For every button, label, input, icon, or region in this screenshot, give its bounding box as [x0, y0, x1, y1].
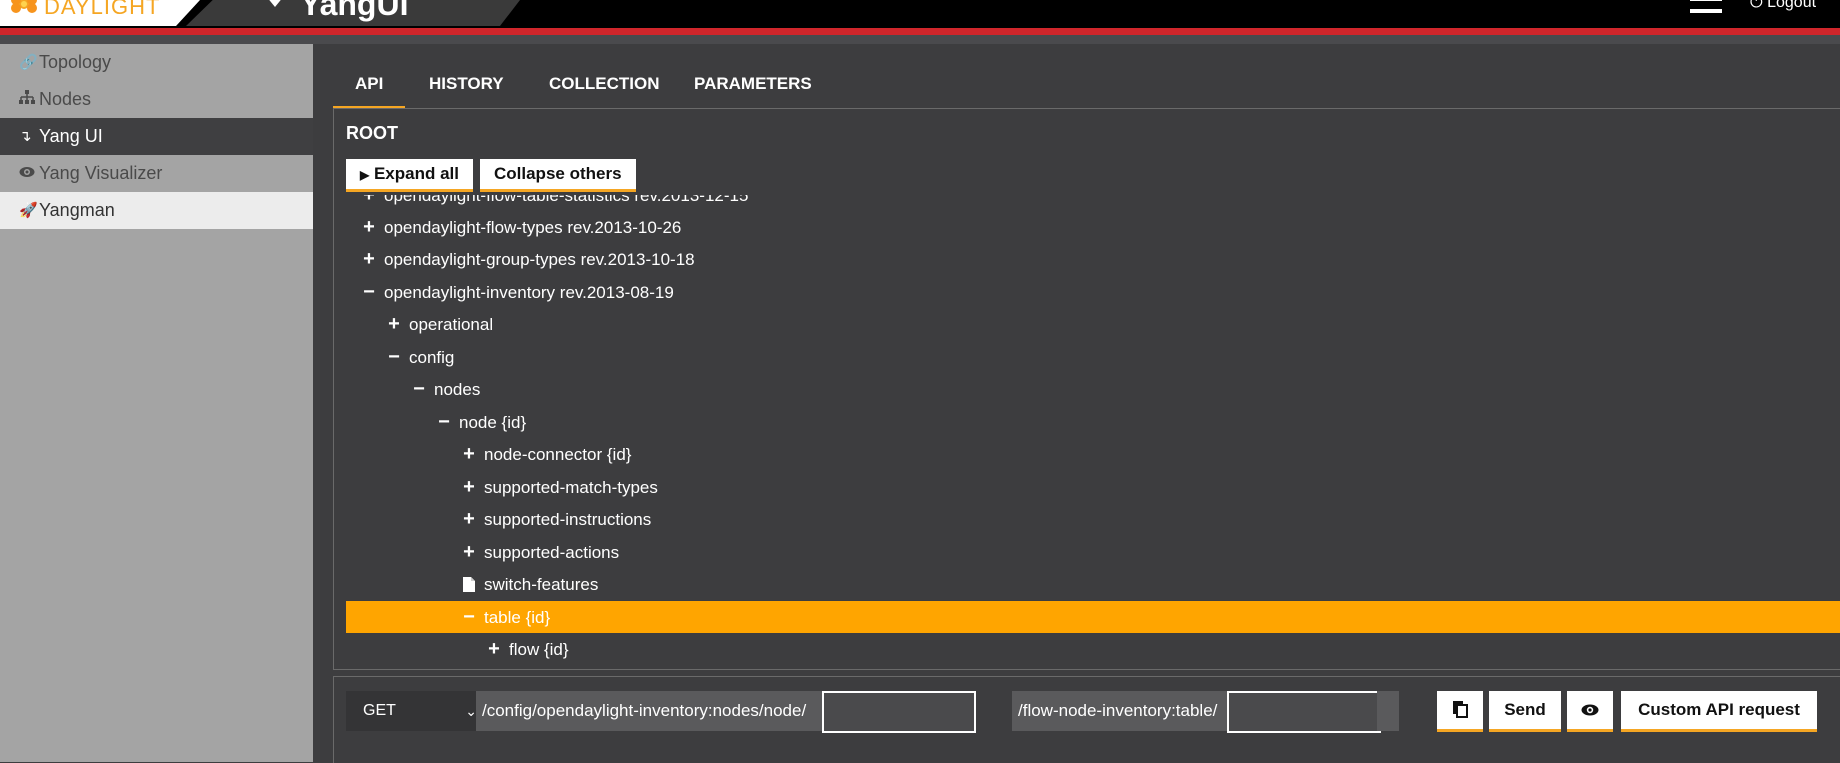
eye-icon: [19, 155, 39, 192]
tree-node-label: opendaylight-group-types rev.2013-10-18: [384, 250, 695, 269]
plus-icon[interactable]: +: [385, 308, 403, 340]
sidebar-item-nodes[interactable]: Nodes: [0, 81, 313, 118]
daylight-flower-logo: [11, 0, 37, 13]
tab-api[interactable]: API: [333, 62, 406, 109]
eye-icon: [1581, 700, 1599, 719]
sidebar: 🔗 Topology Nodes ↴ Yang UI Yang Visualiz…: [0, 44, 313, 762]
top-bar: DAYLIGHT YangUI ⏻ Logout: [0, 0, 1840, 28]
tree-node[interactable]: + node-connector {id}: [346, 438, 1840, 470]
sidebar-item-yang-visualizer[interactable]: Yang Visualizer: [0, 155, 313, 192]
tab-history[interactable]: HISTORY: [407, 62, 526, 106]
tree-node[interactable]: + opendaylight-group-types rev.2013-10-18: [346, 243, 1840, 275]
sidebar-item-label: Topology: [39, 52, 112, 72]
sidebar-item-yangman[interactable]: 🚀 Yangman: [0, 192, 313, 229]
tree-node-label: supported-actions: [484, 543, 620, 562]
plus-icon[interactable]: +: [360, 195, 378, 211]
expand-all-button[interactable]: ▶ Expand all: [346, 159, 473, 192]
tree-node-label: flow {id}: [509, 640, 569, 659]
plus-icon[interactable]: +: [460, 536, 478, 568]
minus-icon[interactable]: −: [460, 601, 478, 633]
method-select[interactable]: GET ⌄: [346, 691, 489, 731]
sidebar-item-label: Yangman: [39, 200, 115, 220]
header-shadow-line: [0, 35, 1840, 44]
tree-node-label: opendaylight-flow-types rev.2013-10-26: [384, 218, 682, 237]
plus-icon[interactable]: +: [360, 211, 378, 243]
tree-node[interactable]: − config: [346, 341, 1840, 373]
tree-node-label: operational: [409, 315, 494, 334]
tree-node[interactable]: − nodes: [346, 373, 1840, 405]
clipboard-icon: [1452, 700, 1468, 719]
tree-node-label: opendaylight-flow-table-statistics rev.2…: [384, 195, 749, 205]
minus-icon[interactable]: −: [360, 276, 378, 308]
url-path-middle: /flow-node-inventory:table/: [1012, 691, 1232, 731]
tree-node-label: node {id}: [459, 413, 527, 432]
tree-node-label: table {id}: [484, 608, 551, 627]
power-icon: ⏻: [1750, 0, 1768, 11]
tree-node-label: supported-instructions: [484, 510, 652, 529]
plus-icon[interactable]: +: [460, 503, 478, 535]
api-tree: + opendaylight-flow-table-statistics rev.…: [346, 195, 1840, 665]
tree-node-label: node-connector {id}: [484, 445, 632, 464]
expand-all-label: Expand all: [373, 164, 459, 183]
request-bar: GET ⌄ /config/opendaylight-inventory:nod…: [333, 676, 1840, 763]
copy-button[interactable]: [1437, 691, 1483, 732]
sidebar-item-label: Yang Visualizer: [39, 163, 163, 183]
logout-label: Logout: [1767, 0, 1817, 11]
url-path-end: [1377, 691, 1399, 731]
caret-down-icon: [266, 0, 284, 7]
tree-node[interactable]: − node {id}: [346, 406, 1840, 438]
tree-node[interactable]: switch-features: [346, 568, 1840, 600]
url-path-prefix: /config/opendaylight-inventory:nodes/nod…: [476, 691, 826, 731]
minus-icon[interactable]: −: [435, 406, 453, 438]
brand-text: DAYLIGHT: [44, 0, 161, 19]
tree-node[interactable]: + supported-match-types: [346, 471, 1840, 503]
file-icon: [460, 568, 478, 600]
root-label: ROOT: [346, 123, 398, 143]
tab-parameters[interactable]: PARAMETERS: [672, 62, 834, 106]
send-button[interactable]: Send: [1489, 691, 1561, 732]
sitemap-icon: [19, 81, 39, 118]
logout-link[interactable]: ⏻ Logout: [1750, 0, 1816, 12]
sidebar-item-topology[interactable]: 🔗 Topology: [0, 44, 313, 81]
plus-icon[interactable]: +: [460, 438, 478, 470]
tree-node[interactable]: + supported-actions: [346, 536, 1840, 568]
api-tree-panel: ROOT ▶ Expand all Collapse others + opend…: [333, 109, 1840, 669]
minus-icon[interactable]: −: [410, 373, 428, 405]
rocket-icon: 🚀: [19, 202, 38, 219]
table-id-input[interactable]: [1227, 691, 1381, 733]
panel-divider: [333, 669, 1840, 670]
header-accent-line: [0, 28, 1840, 35]
minus-icon[interactable]: −: [385, 341, 403, 373]
sidebar-item-yang-ui[interactable]: ↴ Yang UI: [0, 118, 313, 155]
plus-icon[interactable]: +: [460, 471, 478, 503]
method-value: GET: [363, 702, 396, 719]
plus-icon[interactable]: +: [485, 633, 503, 665]
caret-right-icon: ▶: [360, 168, 370, 182]
preview-button[interactable]: [1567, 691, 1613, 732]
node-id-input[interactable]: [822, 691, 976, 733]
tree-node[interactable]: + operational: [346, 308, 1840, 340]
tree-node[interactable]: + opendaylight-flow-types rev.2013-10-26: [346, 211, 1840, 243]
tab-collection[interactable]: COLLECTION: [527, 62, 682, 106]
tree-node-label: switch-features: [484, 575, 599, 594]
app-title: YangUI: [300, 0, 409, 22]
tree-node-label: nodes: [434, 380, 481, 399]
level-down-icon: ↴: [19, 128, 32, 145]
sidebar-item-label: Nodes: [39, 89, 92, 109]
tree-node[interactable]: + supported-instructions: [346, 503, 1840, 535]
tree-node[interactable]: + opendaylight-flow-table-statistics rev.…: [346, 195, 1840, 211]
sidebar-item-label: Yang UI: [39, 126, 103, 146]
hamburger-menu-icon[interactable]: [1690, 0, 1722, 13]
collapse-others-button[interactable]: Collapse others: [480, 159, 636, 192]
plus-icon[interactable]: +: [360, 243, 378, 275]
tree-node-label: supported-match-types: [484, 478, 658, 497]
tree-node-label: config: [409, 348, 455, 367]
tree-node[interactable]: − opendaylight-inventory rev.2013-08-19: [346, 276, 1840, 308]
tree-node-selected[interactable]: − table {id}: [346, 601, 1840, 633]
link-icon: 🔗: [19, 54, 38, 71]
tree-node-label: opendaylight-inventory rev.2013-08-19: [384, 283, 674, 302]
custom-api-request-button[interactable]: Custom API request: [1621, 691, 1817, 732]
tree-node[interactable]: + flow {id}: [346, 633, 1840, 665]
brand-logo-area: DAYLIGHT: [0, 0, 200, 26]
